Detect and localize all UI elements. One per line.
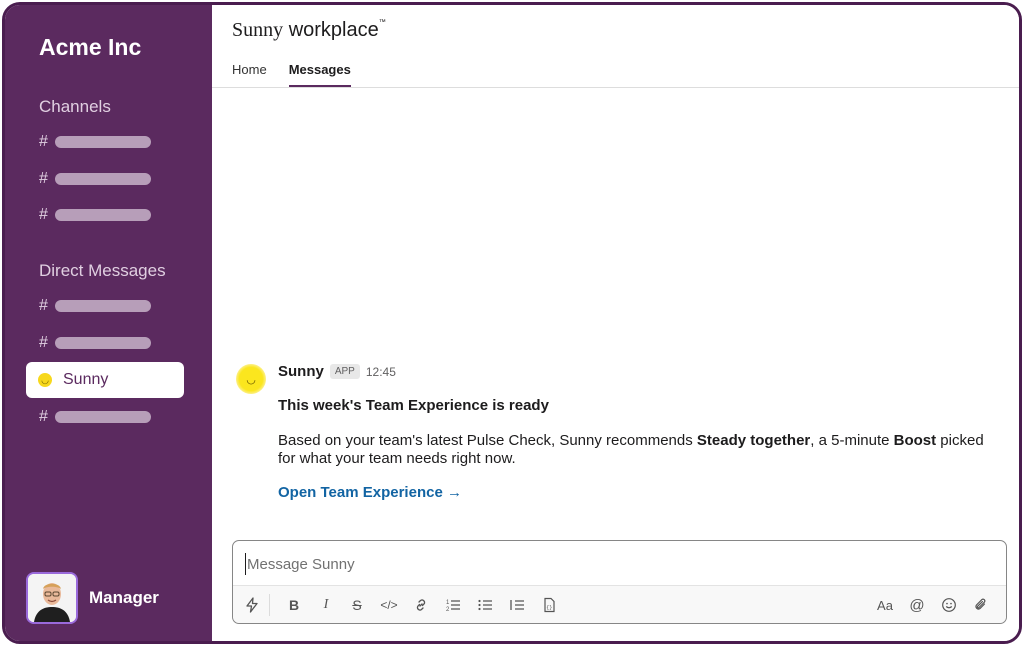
hash-icon: #	[39, 170, 48, 187]
app-badge: APP	[329, 364, 360, 379]
hash-icon: #	[39, 206, 48, 223]
sender-name[interactable]: Sunny	[278, 363, 324, 380]
dm-item[interactable]: #	[39, 296, 151, 316]
main-panel: Sunny workplace™ Home Messages ◡ Sunny A…	[212, 5, 1019, 641]
channel-name-placeholder	[55, 209, 151, 221]
brand-logo: Sunny workplace™	[232, 19, 386, 42]
hash-icon: #	[39, 133, 48, 150]
channel-item[interactable]: #	[39, 169, 151, 189]
message-composer: B I S </> 12 {} Aa	[232, 540, 1007, 624]
open-team-experience-link[interactable]: Open Team Experience →	[278, 484, 462, 501]
person-portrait-icon	[28, 574, 76, 622]
italic-icon[interactable]: I	[315, 594, 337, 616]
channel-item[interactable]: #	[39, 205, 151, 225]
sidebar: Acme Inc Channels # # # Direct Messages …	[5, 5, 212, 641]
code-block-icon[interactable]: {}	[538, 594, 560, 616]
message-body: Based on your team's latest Pulse Check,…	[278, 432, 988, 468]
lightning-icon[interactable]	[241, 594, 263, 616]
text-format-icon[interactable]: Aa	[874, 594, 896, 616]
dm-name-placeholder	[55, 411, 151, 423]
direct-messages-title[interactable]: Direct Messages	[39, 261, 166, 281]
body-text: Based on your team's latest Pulse Check,…	[278, 432, 697, 449]
toolbar-divider	[269, 594, 270, 616]
svg-text:2: 2	[446, 607, 450, 613]
attachment-icon[interactable]	[970, 594, 992, 616]
dm-name-placeholder	[55, 337, 151, 349]
trademark-mark: ™	[378, 19, 386, 26]
channel-name-placeholder	[55, 173, 151, 185]
body-bold-text: Steady together	[696, 432, 811, 449]
mention-icon[interactable]: @	[906, 594, 928, 616]
dm-item[interactable]: #	[39, 333, 151, 353]
tab-home[interactable]: Home	[232, 62, 267, 87]
dm-item-sunny[interactable]: ◡ Sunny	[26, 362, 184, 398]
sunny-avatar[interactable]: ◡	[236, 364, 266, 394]
numbered-list-icon[interactable]: 12	[442, 594, 464, 616]
message-title: This week's Team Experience is ready	[278, 397, 549, 414]
user-profile[interactable]: Manager	[26, 572, 159, 624]
brand-primary: Sunny	[232, 19, 284, 41]
app-window: Acme Inc Channels # # # Direct Messages …	[2, 2, 1022, 644]
channel-item[interactable]: #	[39, 132, 151, 152]
hash-icon: #	[39, 297, 48, 314]
strikethrough-icon[interactable]: S	[346, 594, 368, 616]
avatar[interactable]	[26, 572, 78, 624]
hash-icon: #	[39, 408, 48, 425]
emoji-icon[interactable]	[938, 594, 960, 616]
dm-item-label: Sunny	[63, 371, 109, 388]
dm-name-placeholder	[55, 300, 151, 312]
svg-text:1: 1	[446, 600, 450, 606]
workspace-name[interactable]: Acme Inc	[39, 34, 141, 61]
channel-name-placeholder	[55, 136, 151, 148]
message-timestamp[interactable]: 12:45	[366, 365, 396, 379]
composer-toolbar: B I S </> 12 {} Aa @	[233, 585, 1006, 623]
channels-title[interactable]: Channels	[39, 97, 111, 117]
message-header: Sunny APP 12:45	[278, 363, 396, 380]
link-icon[interactable]	[410, 594, 432, 616]
code-icon[interactable]: </>	[378, 594, 400, 616]
body-bold-text: Boost	[893, 432, 937, 449]
message-input[interactable]	[245, 553, 985, 575]
tab-bar: Home Messages	[232, 62, 373, 87]
svg-text:{}: {}	[546, 605, 552, 611]
divider	[212, 87, 1019, 88]
tab-messages[interactable]: Messages	[288, 62, 351, 87]
brand-secondary: workplace	[288, 19, 379, 41]
indent-list-icon[interactable]	[506, 594, 528, 616]
dm-item[interactable]: #	[39, 407, 151, 427]
sun-icon: ◡	[38, 373, 52, 387]
bold-icon[interactable]: B	[283, 594, 305, 616]
profile-name: Manager	[89, 588, 159, 607]
bulleted-list-icon[interactable]	[474, 594, 496, 616]
hash-icon: #	[39, 334, 48, 351]
body-text: , a 5-minute	[810, 432, 894, 449]
